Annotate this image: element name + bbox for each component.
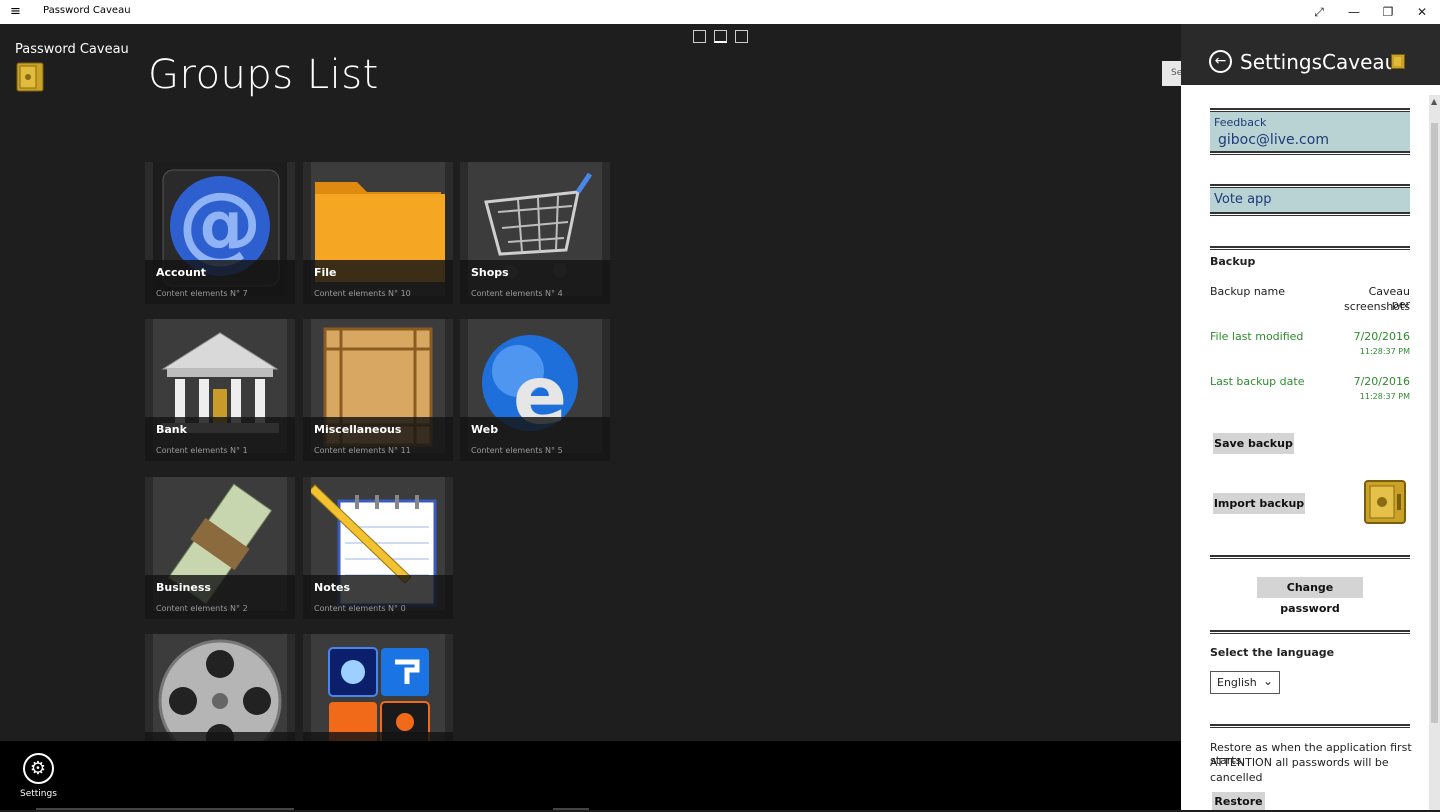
backup-name-label: Backup name bbox=[1210, 285, 1286, 298]
tile-count: Content elements N° 11 bbox=[314, 446, 411, 455]
tile-title: Business bbox=[156, 581, 211, 594]
divider bbox=[1210, 724, 1410, 728]
safe-icon bbox=[1391, 54, 1405, 69]
group-tile-shops[interactable]: Shops Content elements N° 4 bbox=[460, 162, 610, 304]
settings-title: SettingsCaveau bbox=[1240, 50, 1398, 74]
tile-title: Web bbox=[471, 423, 499, 436]
group-tile-bank[interactable]: Bank Content elements N° 1 bbox=[145, 319, 295, 461]
tile-count: Content elements N° 4 bbox=[471, 289, 563, 298]
language-value: English bbox=[1217, 676, 1257, 689]
group-tile-services[interactable] bbox=[303, 634, 453, 741]
group-tile-account[interactable]: @ Account Content elements N° 7 bbox=[145, 162, 295, 304]
safe-logo-icon bbox=[16, 62, 44, 92]
feedback-email: giboc@live.com bbox=[1218, 132, 1329, 148]
chevron-down-icon: ⌄ bbox=[1262, 674, 1273, 688]
tile-title: File bbox=[314, 266, 337, 279]
tile-title: Bank bbox=[156, 423, 187, 436]
divider bbox=[1210, 151, 1410, 155]
app-content: Password Caveau Groups List Se @ Account… bbox=[0, 24, 1181, 741]
safe-icon bbox=[1364, 480, 1406, 524]
divider bbox=[1210, 555, 1410, 559]
top-toolbar bbox=[693, 30, 748, 43]
tile-count: Content elements N° 0 bbox=[314, 604, 406, 613]
window-title: Password Caveau bbox=[43, 5, 131, 16]
bottom-app-bar: ⚙ Settings bbox=[0, 741, 1181, 810]
file-modified-date: 7/20/2016 bbox=[1353, 330, 1410, 343]
feedback-label: Feedback bbox=[1214, 116, 1267, 129]
language-heading: Select the language bbox=[1210, 646, 1335, 659]
import-backup-button[interactable]: Import backup bbox=[1213, 493, 1305, 514]
fit-screen-icon[interactable] bbox=[735, 30, 748, 43]
gear-icon: ⚙ bbox=[22, 753, 54, 784]
film-reel-icon bbox=[153, 634, 287, 741]
tile-title: Shops bbox=[471, 266, 509, 279]
settings-label: Settings bbox=[20, 789, 57, 799]
settings-button[interactable]: ⚙ Settings bbox=[20, 753, 57, 799]
back-arrow-icon[interactable]: ← bbox=[1209, 50, 1232, 73]
settings-header: ← SettingsCaveau bbox=[1181, 24, 1440, 85]
divider bbox=[1210, 212, 1410, 216]
restore-button[interactable]: ❐ bbox=[1379, 3, 1397, 21]
change-password-button[interactable]: Change password bbox=[1257, 577, 1363, 615]
group-tile-web[interactable]: e Web Content elements N° 5 bbox=[460, 319, 610, 461]
scroll-thumb[interactable] bbox=[1431, 123, 1438, 723]
fullscreen-icon[interactable]: ⤢ bbox=[1310, 3, 1328, 21]
tile-count: Content elements N° 7 bbox=[156, 289, 248, 298]
restore-description: cancelled bbox=[1210, 771, 1263, 784]
tile-count: Content elements N° 10 bbox=[314, 289, 411, 298]
cast-icon[interactable] bbox=[714, 30, 727, 43]
file-modified-time: 11:28:37 PM bbox=[1359, 347, 1410, 356]
save-backup-button[interactable]: Save backup bbox=[1213, 433, 1294, 454]
minimize-button[interactable]: — bbox=[1345, 3, 1363, 21]
window-title-bar: ≡ Password Caveau ⤢ — ❐ ✕ bbox=[0, 0, 1440, 24]
last-backup-time: 11:28:37 PM bbox=[1359, 392, 1410, 401]
tile-count: Content elements N° 5 bbox=[471, 446, 563, 455]
settings-scrollbar[interactable]: ▲ bbox=[1429, 95, 1440, 810]
group-tile-file[interactable]: File Content elements N° 10 bbox=[303, 162, 453, 304]
tile-title: Notes bbox=[314, 581, 351, 594]
search-box[interactable]: Se bbox=[1162, 61, 1181, 86]
tile-count: Content elements N° 1 bbox=[156, 446, 248, 455]
divider bbox=[1210, 630, 1410, 634]
svg-text:@: @ bbox=[178, 174, 262, 272]
divider bbox=[1210, 246, 1410, 250]
app-name: Password Caveau bbox=[15, 42, 129, 57]
settings-pane: ▲ Feedback giboc@live.com Vote app Backu… bbox=[1181, 85, 1440, 810]
close-button[interactable]: ✕ bbox=[1413, 3, 1431, 21]
tile-count: Content elements N° 2 bbox=[156, 604, 248, 613]
tile-title: Miscellaneous bbox=[314, 423, 402, 436]
utilities-icon bbox=[311, 634, 445, 741]
language-select[interactable]: English ⌄ bbox=[1210, 671, 1280, 694]
hamburger-menu-icon[interactable]: ≡ bbox=[10, 4, 21, 20]
backup-heading: Backup bbox=[1210, 255, 1256, 268]
feedback-link[interactable]: Feedback giboc@live.com bbox=[1210, 112, 1410, 151]
restore-button[interactable]: Restore bbox=[1212, 792, 1265, 810]
file-modified-label: File last modified bbox=[1210, 330, 1304, 343]
scroll-up-icon[interactable]: ▲ bbox=[1431, 97, 1437, 106]
restore-description: ATTENTION all passwords will be bbox=[1210, 756, 1389, 769]
vote-app-link[interactable]: Vote app bbox=[1210, 188, 1410, 212]
page-title: Groups List bbox=[148, 52, 379, 98]
last-backup-date: 7/20/2016 bbox=[1353, 375, 1410, 388]
backup-name-value: screenshots bbox=[1344, 300, 1411, 313]
last-backup-label: Last backup date bbox=[1210, 375, 1305, 388]
group-tile-miscellaneous[interactable]: Miscellaneous Content elements N° 11 bbox=[303, 319, 453, 461]
group-tile-entertainment[interactable] bbox=[145, 634, 295, 741]
group-tile-business[interactable]: Business Content elements N° 2 bbox=[145, 477, 295, 619]
group-tile-notes[interactable]: Notes Content elements N° 0 bbox=[303, 477, 453, 619]
edit-icon[interactable] bbox=[693, 30, 706, 43]
tile-title: Account bbox=[156, 266, 207, 279]
